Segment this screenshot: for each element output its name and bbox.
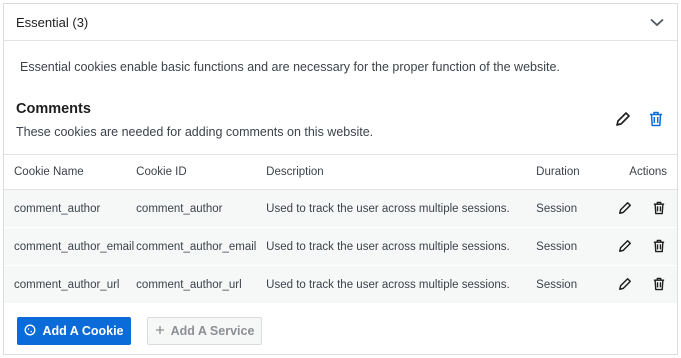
edit-cookie-pencil-icon[interactable] (617, 276, 633, 292)
add-service-label: Add A Service (170, 324, 255, 338)
cookie-description-cell: Used to track the user across multiple s… (266, 240, 510, 253)
cookie-description-cell: Used to track the user across multiple s… (266, 202, 510, 215)
cookie-duration-cell: Session (536, 240, 578, 253)
plus-icon (155, 324, 165, 338)
section-header[interactable]: Essential (3) (4, 4, 677, 41)
service-description: These cookies are needed for adding comm… (16, 125, 374, 139)
delete-cookie-trash-icon[interactable] (651, 200, 667, 216)
header-actions: Actions (599, 154, 677, 190)
cookie-duration-cell: Session (536, 202, 578, 215)
cookie-id-cell: comment_author (136, 202, 223, 215)
edit-cookie-pencil-icon[interactable] (617, 238, 633, 254)
table-row: comment_author comment_author Used to tr… (4, 189, 677, 228)
edit-cookie-pencil-icon[interactable] (617, 200, 633, 216)
cookie-name-cell: comment_author_url (14, 278, 120, 291)
section-title: Essential (3) (16, 14, 89, 30)
section-description: Essential cookies enable basic functions… (20, 60, 560, 74)
header-description: Description (265, 154, 536, 190)
table-row: comment_author_email comment_author_emai… (4, 227, 677, 266)
cookie-description-cell: Used to track the user across multiple s… (266, 278, 510, 291)
cookie-duration-cell: Session (536, 278, 578, 291)
table-row: comment_author_url comment_author_url Us… (4, 265, 677, 304)
cookie-actions-cell (599, 266, 677, 304)
cookie-actions-cell (599, 228, 677, 266)
cookie-name-cell: comment_author_email (14, 240, 135, 253)
add-cookie-button[interactable]: Add A Cookie (17, 317, 131, 345)
cookie-actions-cell (599, 190, 677, 228)
delete-cookie-trash-icon[interactable] (651, 276, 667, 292)
table-header-row: Cookie Name Cookie ID Description Durati… (4, 154, 677, 190)
cookie-name-cell: comment_author (14, 202, 101, 215)
add-service-button[interactable]: Add A Service (147, 317, 262, 345)
cookies-table: Cookie Name Cookie ID Description Durati… (4, 154, 677, 304)
delete-cookie-trash-icon[interactable] (651, 238, 667, 254)
delete-service-trash-icon[interactable] (649, 111, 667, 129)
service-title: Comments (16, 101, 91, 117)
edit-service-pencil-icon[interactable] (615, 111, 633, 129)
header-duration: Duration (535, 154, 600, 190)
cookie-id-cell: comment_author_email (136, 240, 257, 253)
header-cookie-name: Cookie Name (4, 154, 136, 190)
cookie-icon (24, 324, 36, 339)
cookie-id-cell: comment_author_url (136, 278, 242, 291)
header-cookie-id: Cookie ID (135, 154, 266, 190)
essential-cookies-panel: Essential (3) Essential cookies enable b… (3, 3, 678, 355)
chevron-down-icon[interactable] (649, 14, 665, 30)
add-cookie-label: Add A Cookie (42, 324, 124, 338)
